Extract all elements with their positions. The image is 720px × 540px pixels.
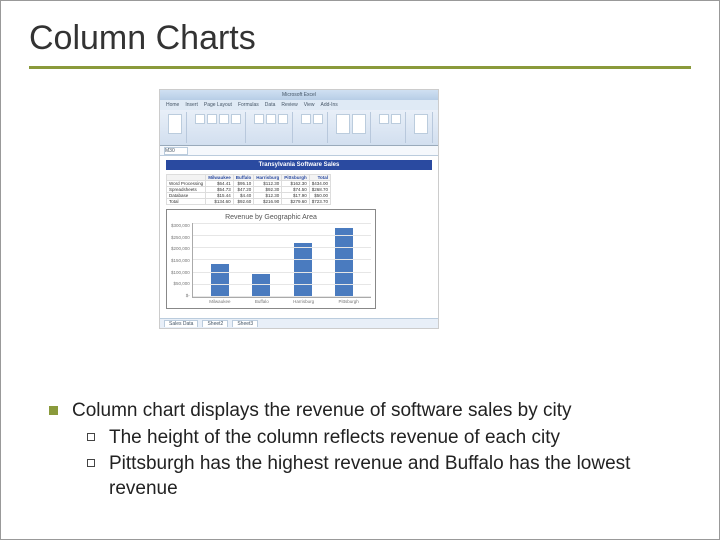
ribbon-tab[interactable]: Add-Ins [321,102,338,108]
slide-title: Column Charts [29,19,691,66]
embedded-chart[interactable]: Revenue by Geographic Area $300,000 $250… [166,209,376,309]
table-row: Total $134.60 $92.60 $216.90 $279.60 $72… [167,199,331,205]
ribbon-button[interactable] [352,114,366,134]
bullet-hollow-square-icon [87,459,95,467]
data-table: Milwaukee Buffalo Harrisburg Pittsburgh … [166,174,331,205]
table-header: Pittsburgh [282,175,310,181]
formula-bar: M30 [160,146,438,156]
chart-title: Revenue by Geographic Area [171,214,371,221]
chart-x-axis: Milwaukee Buffalo Harrisburg Pittsburgh [171,298,371,304]
worksheet-area: Transylvania Software Sales Milwaukee Bu… [160,156,438,318]
ribbon-tab[interactable]: Page Layout [204,102,232,108]
table-row: Word Processing $64.41 $95.10 $112.30 $1… [167,181,331,187]
bullet-text: Pittsburgh has the highest revenue and B… [109,452,691,501]
ribbon-button[interactable] [301,114,311,124]
sheet-tab[interactable]: Sales Data [164,320,198,327]
ribbon-tab[interactable]: View [304,102,315,108]
paste-button[interactable] [168,114,182,134]
ribbon-tab[interactable]: Review [281,102,297,108]
chart-y-axis: $300,000 $250,000 $200,000 $150,000 $100… [171,223,192,298]
bullet-square-icon [49,406,58,415]
ribbon-tab[interactable]: Formulas [238,102,259,108]
name-box[interactable]: M30 [164,147,188,155]
chart-plot-area [192,223,371,298]
ribbon-button[interactable] [231,114,241,124]
ribbon-tab[interactable]: Home [166,102,179,108]
ribbon-button[interactable] [278,114,288,124]
table-header: Buffalo [233,175,254,181]
ribbon-button[interactable] [336,114,350,134]
bullet-list: Column chart displays the revenue of sof… [29,399,691,502]
chart-bar [252,274,270,297]
chart-bar [335,228,353,297]
excel-screenshot: Microsoft Excel Home Insert Page Layout … [159,89,439,329]
sheet-tab-bar: Sales Data Sheet2 Sheet3 [160,318,438,328]
chart-bar [294,243,312,297]
data-title: Transylvania Software Sales [166,160,432,170]
ribbon [160,110,438,146]
title-underline [29,66,691,69]
ribbon-tabs: Home Insert Page Layout Formulas Data Re… [160,100,438,110]
ribbon-button[interactable] [313,114,323,124]
table-header: Harrisburg [254,175,282,181]
table-header: Milwaukee [206,175,234,181]
ribbon-button[interactable] [266,114,276,124]
chart-bar [211,264,229,297]
sheet-tab[interactable]: Sheet3 [232,320,258,327]
ribbon-tab[interactable]: Insert [185,102,198,108]
excel-titlebar: Microsoft Excel [160,90,438,100]
bullet-text: Column chart displays the revenue of sof… [72,399,572,424]
ribbon-tab[interactable]: Data [265,102,276,108]
ribbon-button[interactable] [379,114,389,124]
ribbon-button[interactable] [195,114,205,124]
sheet-tab[interactable]: Sheet2 [202,320,228,327]
ribbon-button[interactable] [254,114,264,124]
ribbon-button[interactable] [391,114,401,124]
ribbon-button[interactable] [414,114,428,134]
table-row: Spreadsheets $54.73 $47.20 $92.30 $74.50… [167,187,331,193]
bullet-hollow-square-icon [87,433,95,441]
bullet-text: The height of the column reflects revenu… [109,426,560,451]
ribbon-button[interactable] [207,114,217,124]
ribbon-button[interactable] [219,114,229,124]
